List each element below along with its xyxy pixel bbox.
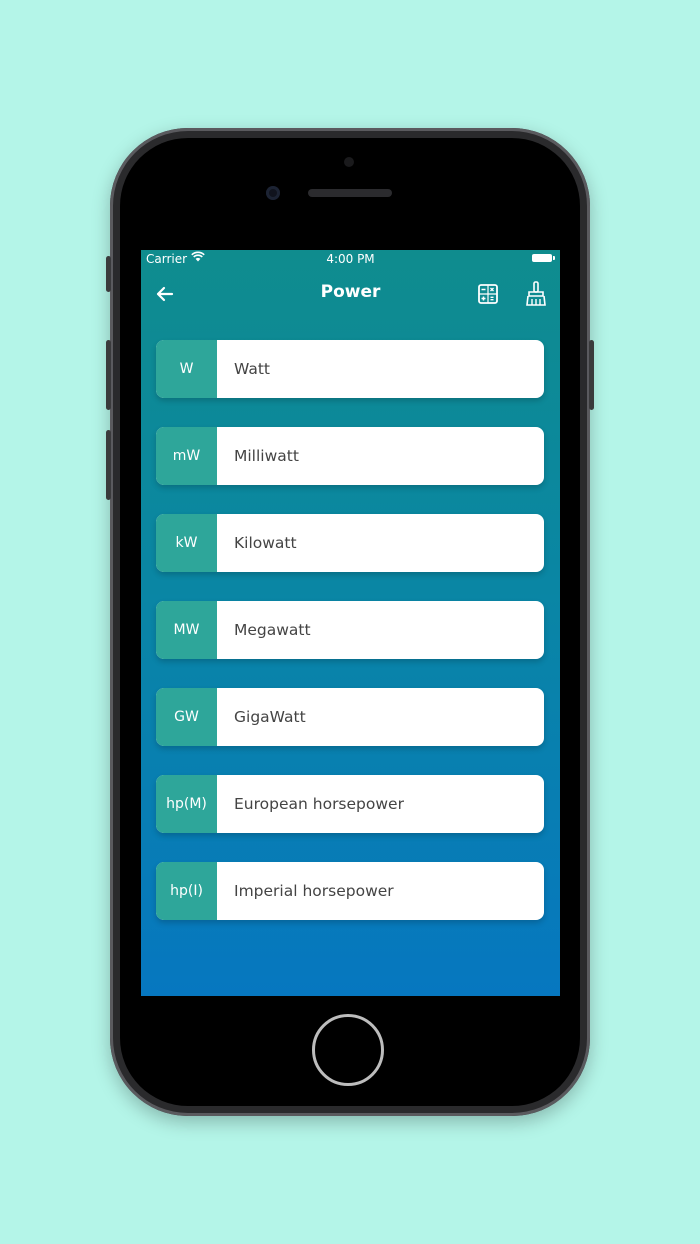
mute-switch [106,256,111,292]
unit-row-european-horsepower[interactable]: hp(M) European horsepower [156,775,544,833]
unit-abbreviation: kW [156,514,217,572]
unit-name: GigaWatt [234,708,306,726]
front-camera [266,186,280,200]
clear-button[interactable] [523,280,549,308]
unit-name: Kilowatt [234,534,297,552]
unit-list: W Watt mW Milliwatt kW Kilowatt MW Megaw… [156,340,544,949]
volume-down-button [106,430,111,500]
unit-name: Watt [234,360,270,378]
app-screen: Carrier 4:00 PM Power W Watt mW Milliwat… [141,250,560,996]
unit-row-watt[interactable]: W Watt [156,340,544,398]
unit-row-imperial-horsepower[interactable]: hp(I) Imperial horsepower [156,862,544,920]
unit-name: Imperial horsepower [234,882,394,900]
unit-abbreviation: MW [156,601,217,659]
status-bar: Carrier 4:00 PM [141,250,560,268]
calculator-icon [478,284,498,304]
unit-abbreviation: hp(M) [156,775,217,833]
nav-bar: Power [141,274,560,314]
unit-name: European horsepower [234,795,404,813]
calculator-button[interactable] [475,281,501,307]
home-button[interactable] [312,1014,384,1086]
unit-row-gigawatt[interactable]: GW GigaWatt [156,688,544,746]
battery-icon [532,254,555,262]
unit-abbreviation: mW [156,427,217,485]
broom-icon [526,281,546,306]
unit-name: Megawatt [234,621,311,639]
clock: 4:00 PM [326,252,375,266]
power-button [589,340,594,410]
earpiece-speaker [308,189,392,197]
unit-abbreviation: GW [156,688,217,746]
sensor-dot [344,157,354,167]
unit-abbreviation: W [156,340,217,398]
unit-abbreviation: hp(I) [156,862,217,920]
unit-row-kilowatt[interactable]: kW Kilowatt [156,514,544,572]
unit-name: Milliwatt [234,447,299,465]
unit-row-milliwatt[interactable]: mW Milliwatt [156,427,544,485]
unit-row-megawatt[interactable]: MW Megawatt [156,601,544,659]
volume-up-button [106,340,111,410]
